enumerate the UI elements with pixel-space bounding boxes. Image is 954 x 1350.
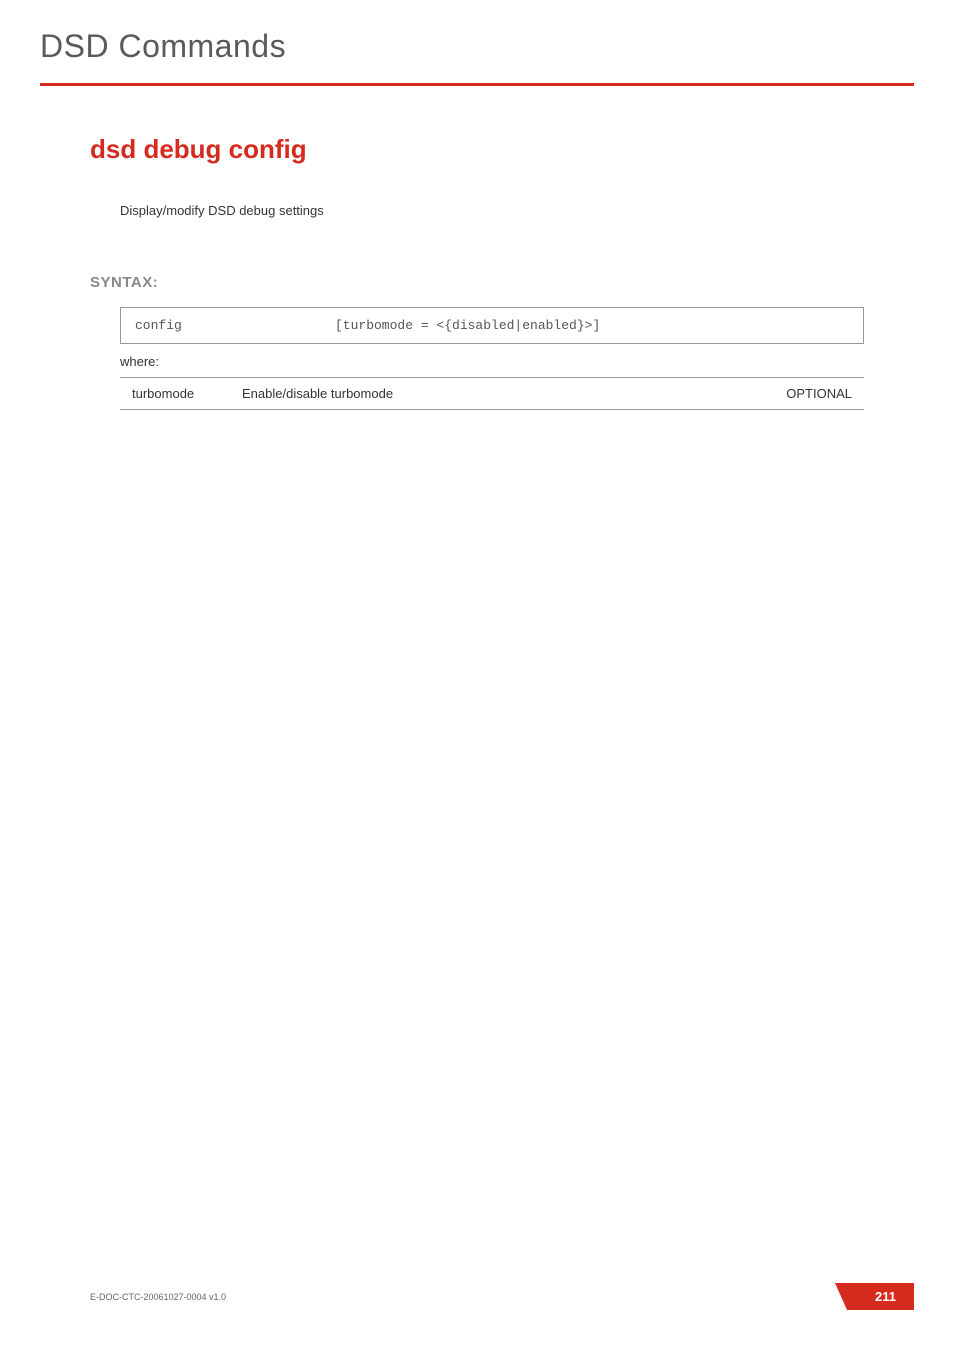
syntax-label: SYNTAX: [90, 274, 864, 291]
page-number: 211 [847, 1283, 914, 1310]
syntax-arguments: [turbomode = <{disabled|enabled}>] [335, 318, 849, 333]
param-description: Enable/disable turbomode [230, 378, 734, 410]
param-requirement: OPTIONAL [734, 378, 864, 410]
param-name: turbomode [120, 378, 230, 410]
syntax-section: config [turbomode = <{disabled|enabled}>… [120, 307, 864, 410]
command-title: dsd debug config [90, 134, 864, 165]
footer-doc-id: E-DOC-CTC-20061027-0004 v1.0 [90, 1292, 226, 1302]
syntax-command: config [135, 318, 335, 333]
parameter-table: turbomode Enable/disable turbomode OPTIO… [120, 377, 864, 410]
command-description: Display/modify DSD debug settings [120, 203, 864, 218]
syntax-box: config [turbomode = <{disabled|enabled}>… [120, 307, 864, 344]
table-row: turbomode Enable/disable turbomode OPTIO… [120, 378, 864, 410]
page-title: DSD Commands [40, 28, 914, 65]
page-footer: E-DOC-CTC-20061027-0004 v1.0 211 [0, 1283, 954, 1310]
page-header: DSD Commands [0, 0, 954, 79]
where-label: where: [120, 354, 864, 369]
content-area: dsd debug config Display/modify DSD debu… [0, 86, 954, 410]
